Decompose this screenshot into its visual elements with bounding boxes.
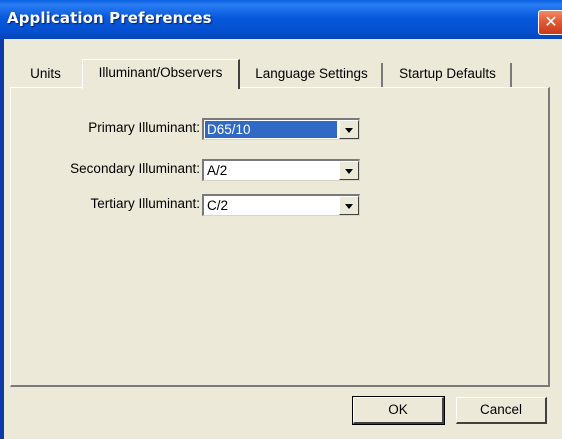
tab-language-settings[interactable]: Language Settings — [242, 63, 383, 87]
ok-button[interactable]: OK — [352, 396, 445, 425]
tab-startup-defaults[interactable]: Startup Defaults — [385, 63, 512, 87]
tab-panel — [10, 87, 550, 387]
window-title: Application Preferences — [7, 9, 212, 27]
title-bar[interactable]: Application Preferences ✕ — [0, 0, 562, 39]
cancel-button[interactable]: Cancel — [456, 397, 547, 424]
close-icon: ✕ — [544, 12, 558, 31]
close-button[interactable]: ✕ — [538, 10, 562, 35]
window-frame — [0, 39, 4, 439]
tab-units[interactable]: Units — [14, 63, 77, 87]
tab-illuminant-observers[interactable]: Illuminant/Observers — [82, 59, 240, 89]
